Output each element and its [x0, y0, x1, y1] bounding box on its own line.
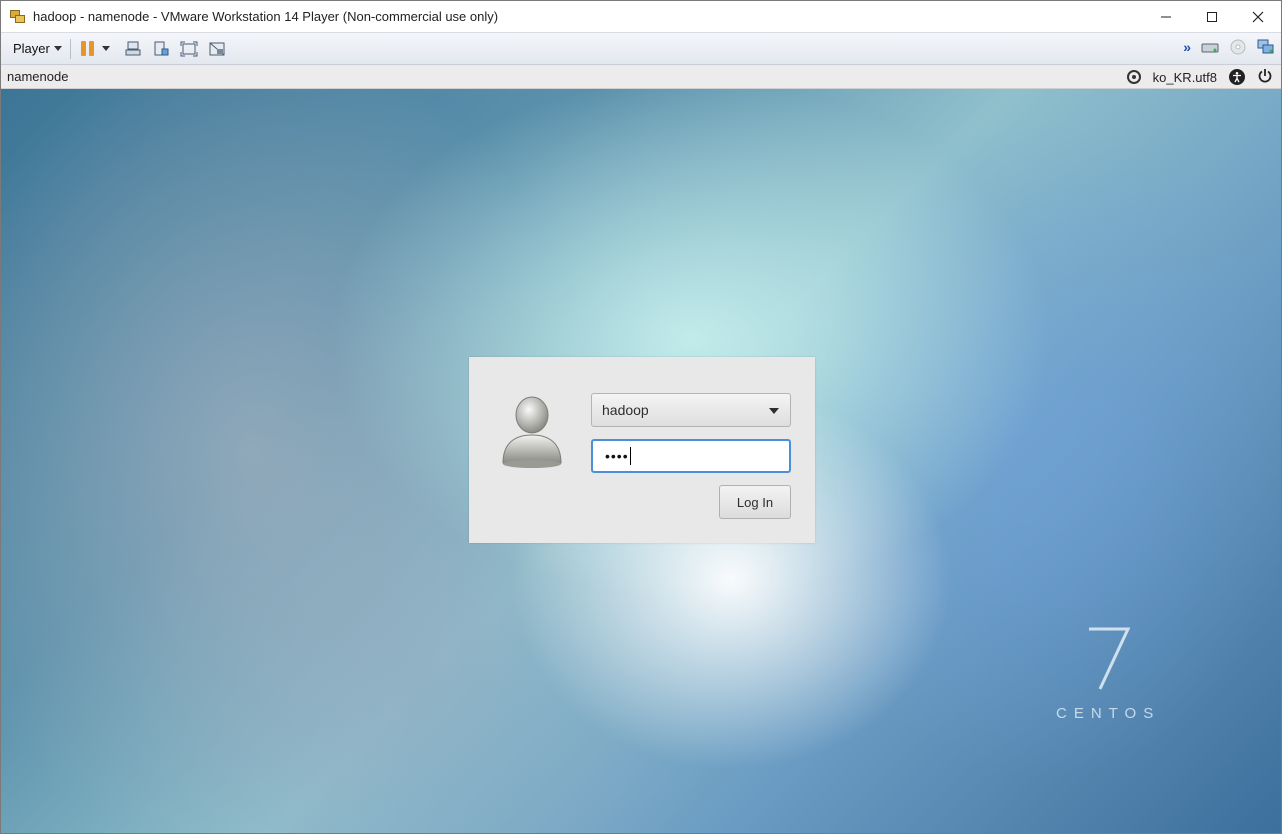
centos-seven-logo — [1089, 627, 1131, 690]
input-source-icon[interactable] — [1126, 70, 1141, 84]
login-dialog: hadoop •••• Log In — [469, 357, 815, 543]
gdm-login-screen: hadoop •••• Log In 7 CENTOS — [1, 89, 1281, 833]
gnome-top-bar: namenode ko_KR.utf8 — [1, 65, 1281, 89]
system-indicators: ko_KR.utf8 — [1126, 65, 1273, 89]
locale-indicator[interactable]: ko_KR.utf8 — [1153, 70, 1217, 85]
vmware-app-icon — [9, 8, 27, 26]
device-status-icons: » — [1183, 39, 1275, 55]
removable-devices-icon[interactable] — [152, 41, 170, 57]
pause-icon[interactable] — [80, 41, 94, 56]
chevron-down-icon — [53, 46, 62, 51]
fullscreen-icon[interactable] — [180, 41, 198, 57]
password-field[interactable]: •••• — [591, 439, 791, 473]
user-avatar-icon — [499, 393, 565, 469]
network-adapter-icon[interactable] — [1257, 39, 1275, 55]
pause-dropdown-icon[interactable] — [101, 46, 110, 51]
unity-icon[interactable] — [208, 41, 226, 57]
maximize-icon — [1207, 11, 1217, 22]
hard-disk-icon[interactable] — [1201, 39, 1219, 55]
vmware-player-window: hadoop - namenode - VMware Workstation 1… — [0, 0, 1282, 834]
send-ctrl-alt-del-icon[interactable] — [124, 41, 142, 57]
window-controls — [1143, 1, 1281, 32]
toolbar-divider — [69, 38, 71, 59]
power-icon[interactable] — [1257, 68, 1273, 87]
close-button[interactable] — [1235, 1, 1281, 32]
centos-branding: 7 CENTOS — [1056, 625, 1166, 725]
maximize-button[interactable] — [1189, 1, 1235, 32]
log-in-button[interactable]: Log In — [719, 485, 791, 519]
window-title: hadoop - namenode - VMware Workstation 1… — [33, 9, 499, 24]
title-bar: hadoop - namenode - VMware Workstation 1… — [1, 1, 1281, 32]
close-icon — [1252, 11, 1264, 22]
centos-wordmark: CENTOS — [1056, 705, 1161, 722]
player-menu-button[interactable]: Player — [13, 41, 62, 56]
chevron-down-icon — [769, 408, 779, 414]
minimize-icon — [1161, 16, 1171, 17]
minimize-button[interactable] — [1143, 1, 1189, 32]
text-cursor — [629, 447, 631, 465]
cd-dvd-icon[interactable] — [1229, 39, 1247, 55]
more-devices-icon[interactable]: » — [1183, 39, 1191, 55]
accessibility-icon[interactable] — [1229, 69, 1245, 85]
player-menu-label: Player — [13, 41, 50, 56]
host-name: namenode — [7, 69, 69, 84]
password-mask: •••• — [605, 448, 629, 464]
player-toolbar: Player » — [1, 32, 1281, 65]
username-select[interactable]: hadoop — [591, 393, 791, 427]
username-value: hadoop — [602, 402, 649, 418]
